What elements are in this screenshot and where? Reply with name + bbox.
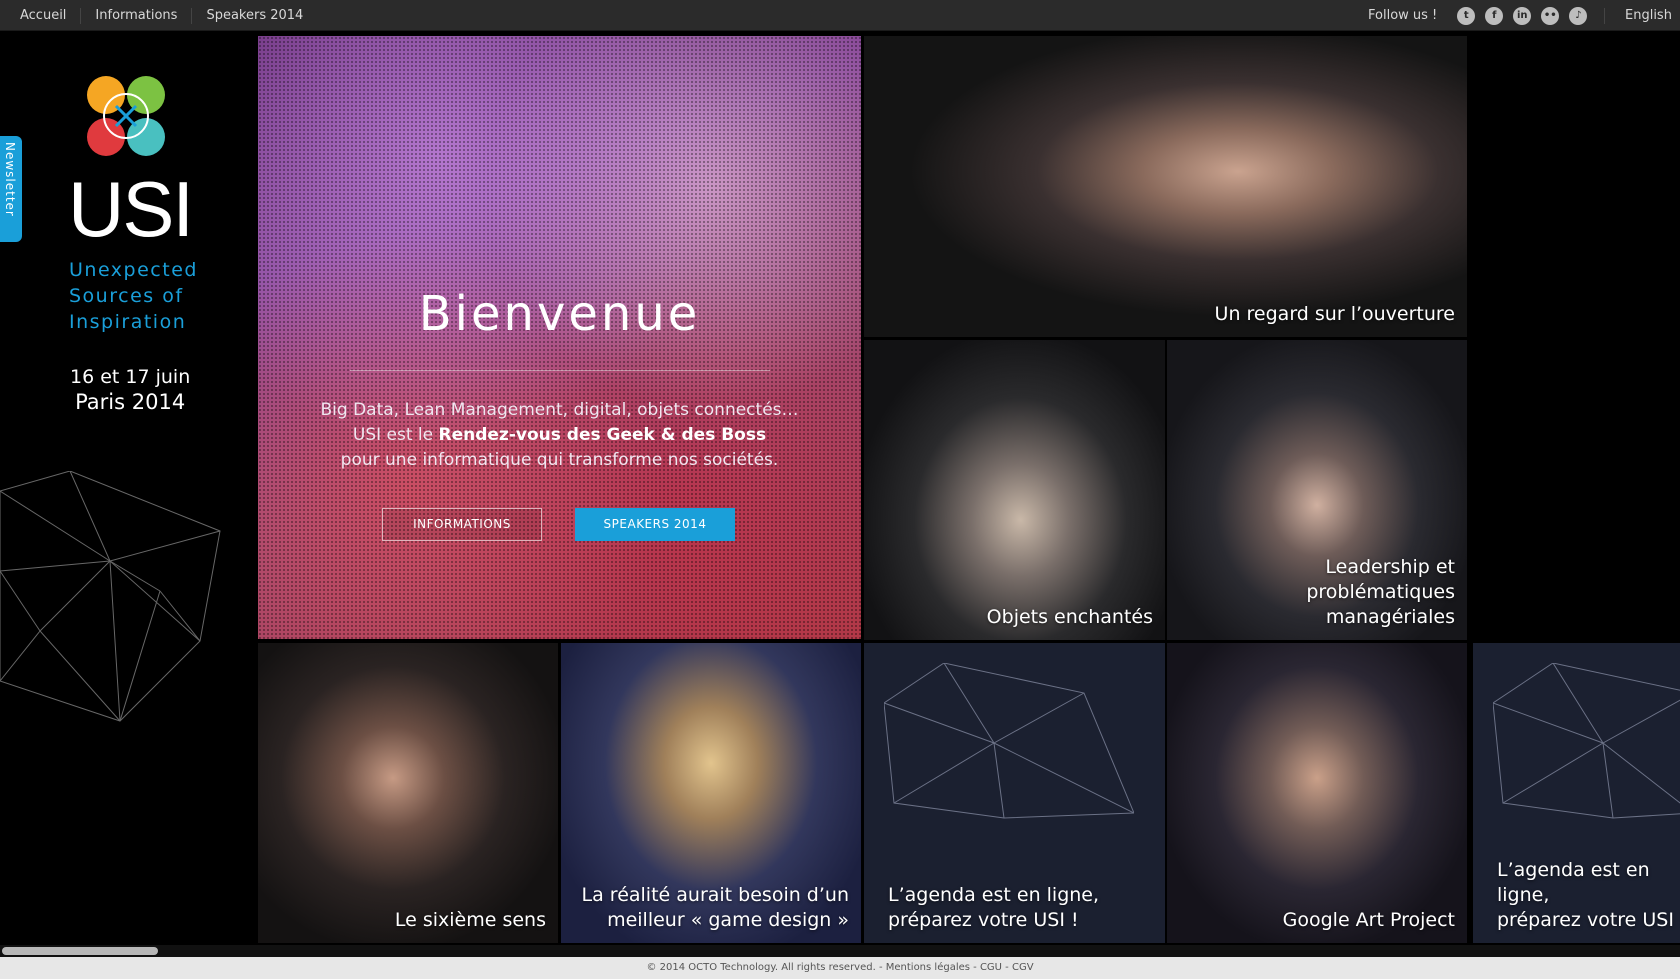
caption-line: La réalité aurait besoin d’un bbox=[581, 884, 849, 906]
brand-tagline: Unexpected Sources of Inspiration bbox=[69, 257, 198, 335]
hero-welcome: Bienvenue Big Data, Lean Management, dig… bbox=[258, 36, 861, 639]
top-nav: Accueil Informations Speakers 2014 bbox=[6, 0, 317, 31]
mentions-legales-link[interactable]: Mentions légales bbox=[886, 962, 970, 973]
caption-line: préparez votre USI ! bbox=[888, 909, 1079, 931]
tile-caption: Google Art Project bbox=[1282, 909, 1455, 931]
tile-agenda[interactable]: L’agenda est en ligne, préparez votre US… bbox=[864, 643, 1165, 943]
copyright-text: © 2014 OCTO Technology. All rights reser… bbox=[646, 962, 886, 973]
brand-wordmark: USI bbox=[68, 165, 194, 253]
linkedin-icon[interactable]: in bbox=[1513, 6, 1532, 25]
hero-description: Big Data, Lean Management, digital, obje… bbox=[258, 398, 861, 473]
flickr-icon[interactable]: •• bbox=[1541, 6, 1560, 25]
top-bar: Accueil Informations Speakers 2014 Follo… bbox=[0, 0, 1680, 31]
usi-logo-icon bbox=[87, 76, 165, 156]
nav-accueil[interactable]: Accueil bbox=[6, 7, 82, 24]
caption-line: préparez votre USI ! bbox=[1497, 909, 1680, 931]
language-switch[interactable]: English bbox=[1625, 0, 1672, 31]
hero-line-2-prefix: USI est le bbox=[352, 425, 439, 445]
tile-objets-enchantes[interactable]: Objets enchantés bbox=[864, 340, 1165, 640]
mesh-decoration-icon bbox=[884, 663, 1134, 819]
tile-caption: L’agenda est en ligne, préparez votre US… bbox=[1497, 858, 1680, 933]
twitter-icon[interactable]: t bbox=[1457, 6, 1476, 25]
newsletter-label: Newsletter bbox=[3, 142, 17, 217]
follow-label: Follow us ! bbox=[1368, 8, 1438, 23]
event-date: 16 et 17 juin bbox=[70, 366, 191, 388]
tile-ouverture[interactable]: Un regard sur l’ouverture bbox=[864, 36, 1467, 337]
follow-us: Follow us ! t f in •• ♪ bbox=[1368, 0, 1588, 31]
scrollbar-thumb[interactable] bbox=[2, 947, 158, 955]
hero-line-1: Big Data, Lean Management, digital, obje… bbox=[320, 400, 799, 420]
caption-line: problématiques bbox=[1306, 581, 1455, 603]
tile-caption: Leadership et problématiques managériale… bbox=[1306, 555, 1455, 630]
caption-line: meilleur « game design » bbox=[607, 909, 849, 931]
tile-realite-game-design[interactable]: La réalité aurait besoin d’un meilleur «… bbox=[561, 643, 861, 943]
cgv-link[interactable]: CGV bbox=[1012, 962, 1034, 973]
tagline-line: Sources of bbox=[69, 285, 184, 307]
tile-caption: Objets enchantés bbox=[986, 606, 1153, 628]
facebook-icon[interactable]: f bbox=[1485, 6, 1504, 25]
caption-line: managériales bbox=[1325, 606, 1455, 628]
tile-google-art-project[interactable]: Google Art Project bbox=[1167, 643, 1467, 943]
hero-line-2-bold: Rendez-vous des Geek & des Boss bbox=[438, 425, 767, 445]
cgu-link[interactable]: CGU bbox=[980, 962, 1002, 973]
hero-title: Bienvenue bbox=[418, 286, 701, 342]
tagline-line: Inspiration bbox=[69, 311, 187, 333]
hero-divider bbox=[350, 370, 770, 371]
hero-line-3: pour une informatique qui transforme nos… bbox=[340, 450, 779, 470]
nav-informations[interactable]: Informations bbox=[81, 7, 193, 24]
footer-separator: - bbox=[969, 962, 980, 973]
itunes-icon[interactable]: ♪ bbox=[1569, 6, 1588, 25]
footer-separator: - bbox=[1002, 962, 1012, 973]
tile-caption: Un regard sur l’ouverture bbox=[1214, 303, 1455, 325]
hero-content: Bienvenue Big Data, Lean Management, dig… bbox=[258, 36, 861, 639]
footer: © 2014 OCTO Technology. All rights reser… bbox=[0, 957, 1680, 979]
tagline-line: Unexpected bbox=[69, 259, 198, 281]
event-city: Paris 2014 bbox=[75, 390, 186, 414]
tile-sixieme-sens[interactable]: Le sixième sens bbox=[258, 643, 558, 943]
tile-caption: La réalité aurait besoin d’un meilleur «… bbox=[582, 883, 849, 933]
horizontal-scrollbar[interactable] bbox=[0, 945, 1680, 957]
tile-agenda[interactable]: L’agenda est en ligne, préparez votre US… bbox=[1473, 643, 1680, 943]
speakers-2014-button[interactable]: SPEAKERS 2014 bbox=[575, 508, 735, 541]
informations-button[interactable]: INFORMATIONS bbox=[382, 508, 542, 541]
nav-speakers-2014[interactable]: Speakers 2014 bbox=[192, 8, 317, 24]
caption-line: L’agenda est en ligne, bbox=[1497, 859, 1650, 906]
tile-caption: Le sixième sens bbox=[394, 909, 546, 931]
tile-caption: L’agenda est en ligne, préparez votre US… bbox=[888, 883, 1099, 933]
sidebar: Newsletter USI Unexpected Sources of Ins… bbox=[0, 31, 258, 949]
language-divider bbox=[1604, 8, 1605, 24]
tile-leadership[interactable]: Leadership et problématiques managériale… bbox=[1167, 340, 1467, 640]
caption-line: Leadership et bbox=[1325, 556, 1455, 578]
caption-line: L’agenda est en ligne, bbox=[888, 884, 1100, 906]
mesh-decoration-icon bbox=[0, 471, 221, 722]
event-dates: 16 et 17 juin Paris 2014 bbox=[70, 365, 190, 415]
hero-line-2: USI est le Rendez-vous des Geek & des Bo… bbox=[258, 423, 861, 448]
mesh-decoration-icon bbox=[1493, 663, 1680, 819]
newsletter-tab[interactable]: Newsletter bbox=[0, 136, 22, 242]
